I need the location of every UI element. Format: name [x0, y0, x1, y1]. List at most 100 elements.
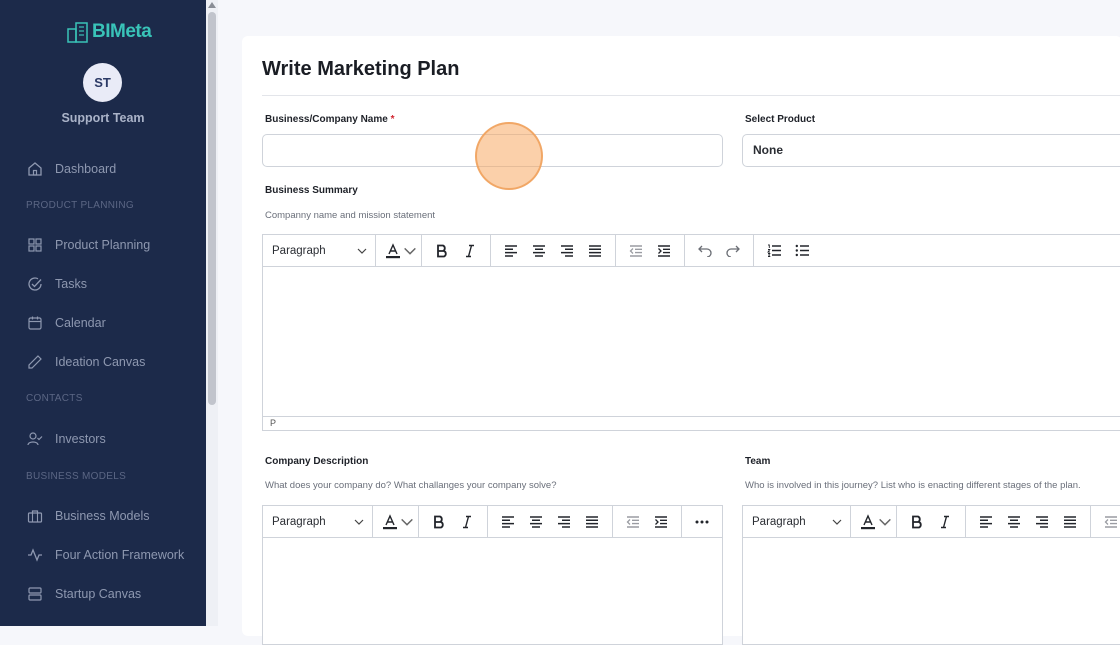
align-group	[488, 506, 613, 537]
company-description-hint: What does your company do? What challang…	[265, 480, 557, 491]
sidebar-item-dashboard[interactable]: Dashboard	[26, 159, 116, 179]
bold-button[interactable]	[903, 510, 931, 534]
scrollbar-thumb[interactable]	[208, 12, 216, 405]
bold-button[interactable]	[428, 239, 456, 263]
logo-text: BIMeta	[92, 21, 152, 42]
editor-toolbar: Paragraph	[743, 506, 1120, 538]
company-name-label-text: Business/Company Name	[265, 114, 388, 125]
block-format-value: Paragraph	[272, 244, 326, 257]
block-format-select[interactable]: Paragraph	[263, 235, 376, 266]
outdent-icon	[629, 244, 642, 257]
align-justify-icon	[589, 244, 601, 257]
pencil-icon	[26, 354, 43, 371]
editor-status-bar: P	[263, 416, 1120, 430]
align-right-icon	[1036, 515, 1048, 528]
chevron-down-icon	[832, 519, 842, 525]
align-left-button[interactable]	[494, 510, 522, 534]
more-options-button[interactable]	[688, 510, 716, 534]
indent-icon	[658, 244, 670, 257]
block-format-select[interactable]: Paragraph	[263, 506, 373, 537]
text-color-button[interactable]	[373, 506, 419, 537]
align-left-button[interactable]	[497, 239, 525, 263]
italic-button[interactable]	[456, 239, 484, 263]
block-format-value: Paragraph	[752, 515, 806, 528]
sidebar-item-label: Ideation Canvas	[55, 355, 146, 369]
chevron-down-icon	[404, 247, 416, 255]
indent-group	[613, 506, 682, 537]
sidebar-item-label: Dashboard	[55, 162, 117, 176]
building-logo-icon	[67, 22, 88, 43]
indent-button[interactable]	[650, 239, 678, 263]
outdent-icon	[1104, 515, 1117, 528]
block-format-value: Paragraph	[272, 515, 326, 528]
numbered-list-button[interactable]	[760, 239, 788, 263]
align-group	[491, 235, 616, 266]
align-center-button[interactable]	[1000, 510, 1028, 534]
company-description-editor: Paragraph	[262, 505, 723, 645]
more-group	[682, 506, 722, 537]
align-group	[966, 506, 1091, 537]
italic-button[interactable]	[453, 510, 481, 534]
format-group	[419, 506, 488, 537]
align-right-button[interactable]	[1028, 510, 1056, 534]
outdent-button[interactable]	[1097, 510, 1120, 534]
avatar[interactable]: ST	[83, 63, 122, 102]
text-color-button[interactable]	[376, 235, 422, 266]
undo-button[interactable]	[691, 239, 719, 263]
app-logo[interactable]: BIMeta	[66, 21, 152, 43]
user-check-icon	[26, 431, 43, 448]
click-indicator	[475, 122, 543, 190]
sidebar-item-tasks[interactable]: Tasks	[26, 274, 87, 294]
align-center-icon	[530, 515, 542, 528]
align-left-button[interactable]	[972, 510, 1000, 534]
outdent-button[interactable]	[619, 510, 647, 534]
align-justify-button[interactable]	[1056, 510, 1084, 534]
sidebar-item-label: Four Action Framework	[55, 548, 185, 562]
bullet-list-button[interactable]	[788, 239, 816, 263]
italic-button[interactable]	[931, 510, 959, 534]
numbered-list-icon	[766, 244, 781, 257]
activity-icon	[26, 547, 43, 564]
server-icon	[26, 586, 43, 603]
align-justify-icon	[586, 515, 598, 528]
sidebar: BIMeta ST Support Team Dashboard PRODUCT…	[0, 0, 206, 626]
align-right-button[interactable]	[550, 510, 578, 534]
company-name-label: Business/Company Name *	[265, 114, 395, 125]
italic-icon	[466, 244, 474, 257]
sidebar-item-startup-canvas[interactable]: Startup Canvas	[26, 584, 141, 604]
text-color-button[interactable]	[851, 506, 897, 537]
check-circle-icon	[26, 276, 43, 293]
align-justify-button[interactable]	[581, 239, 609, 263]
align-center-button[interactable]	[522, 510, 550, 534]
outdent-button[interactable]	[622, 239, 650, 263]
redo-button[interactable]	[719, 239, 747, 263]
sidebar-item-investors[interactable]: Investors	[26, 429, 106, 449]
bold-button[interactable]	[425, 510, 453, 534]
chevron-down-icon	[879, 518, 891, 526]
sidebar-item-label: Business Models	[55, 509, 150, 523]
bold-icon	[912, 515, 922, 528]
team-hint: Who is involved in this journey? List wh…	[745, 480, 1081, 491]
block-format-select[interactable]: Paragraph	[743, 506, 851, 537]
scroll-up-arrow-icon[interactable]	[208, 2, 216, 8]
sidebar-item-ideation-canvas[interactable]: Ideation Canvas	[26, 352, 145, 372]
editor-toolbar: Paragraph	[263, 235, 1120, 267]
align-left-icon	[980, 515, 992, 528]
section-contacts: CONTACTS	[26, 393, 83, 404]
sidebar-item-calendar[interactable]: Calendar	[26, 313, 106, 333]
align-justify-button[interactable]	[578, 510, 606, 534]
company-description-label: Company Description	[265, 456, 369, 467]
sidebar-item-product-planning[interactable]: Product Planning	[26, 235, 150, 255]
align-center-icon	[533, 244, 545, 257]
align-right-button[interactable]	[553, 239, 581, 263]
section-product-planning: PRODUCT PLANNING	[26, 200, 134, 211]
align-right-icon	[561, 244, 573, 257]
select-product-dropdown[interactable]: None	[742, 134, 1120, 167]
indent-button[interactable]	[647, 510, 675, 534]
sidebar-item-four-action-framework[interactable]: Four Action Framework	[26, 545, 184, 565]
sidebar-item-label: Calendar	[55, 316, 106, 330]
format-group	[422, 235, 491, 266]
team-label: Team	[745, 456, 771, 467]
align-center-button[interactable]	[525, 239, 553, 263]
sidebar-item-business-models[interactable]: Business Models	[26, 506, 150, 526]
